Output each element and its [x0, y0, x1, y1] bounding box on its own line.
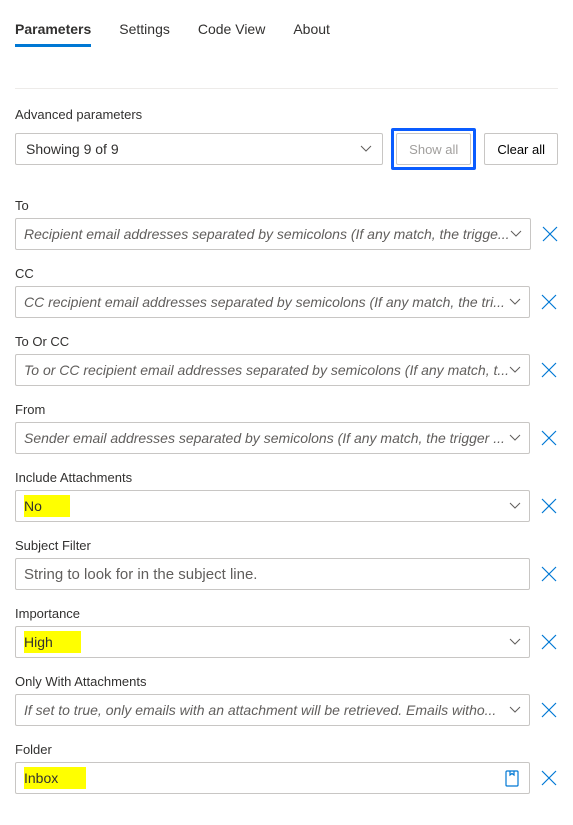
- field-to-or-cc-label: To Or CC: [15, 334, 558, 349]
- chevron-down-icon: [360, 143, 372, 155]
- field-to: To Recipient email addresses separated b…: [15, 198, 558, 250]
- chevron-down-icon: [509, 364, 521, 376]
- advanced-parameters-label: Advanced parameters: [15, 107, 558, 122]
- field-from-placeholder: Sender email addresses separated by semi…: [24, 430, 509, 446]
- chevron-down-icon: [509, 500, 521, 512]
- field-to-or-cc: To Or CC To or CC recipient email addres…: [15, 334, 558, 386]
- field-to-label: To: [15, 198, 558, 213]
- remove-folder-icon[interactable]: [540, 769, 558, 787]
- field-from: From Sender email addresses separated by…: [15, 402, 558, 454]
- field-subject-filter-placeholder: String to look for in the subject line.: [24, 566, 521, 583]
- show-all-highlight: Show all: [391, 128, 476, 170]
- field-importance: Importance High: [15, 606, 558, 658]
- advanced-parameters-row: Showing 9 of 9 Show all Clear all: [15, 128, 558, 170]
- field-importance-label: Importance: [15, 606, 558, 621]
- show-all-button[interactable]: Show all: [396, 133, 471, 165]
- field-only-with-attachments-input[interactable]: If set to true, only emails with an atta…: [15, 694, 530, 726]
- tab-about[interactable]: About: [293, 15, 330, 47]
- field-include-attachments-input[interactable]: No: [15, 490, 530, 522]
- field-from-label: From: [15, 402, 558, 417]
- remove-to-icon[interactable]: [541, 225, 559, 243]
- field-cc-label: CC: [15, 266, 558, 281]
- field-cc-placeholder: CC recipient email addresses separated b…: [24, 294, 509, 310]
- field-from-input[interactable]: Sender email addresses separated by semi…: [15, 422, 530, 454]
- field-subject-filter-label: Subject Filter: [15, 538, 558, 553]
- field-to-placeholder: Recipient email addresses separated by s…: [24, 226, 510, 242]
- folder-picker-icon[interactable]: [503, 769, 521, 787]
- tabs-bar: Parameters Settings Code View About: [15, 15, 558, 48]
- field-importance-input[interactable]: High: [15, 626, 530, 658]
- chevron-down-icon: [509, 704, 521, 716]
- tab-parameters[interactable]: Parameters: [15, 15, 91, 47]
- remove-cc-icon[interactable]: [540, 293, 558, 311]
- remove-subject-filter-icon[interactable]: [540, 565, 558, 583]
- advanced-parameters-select[interactable]: Showing 9 of 9: [15, 133, 383, 165]
- field-only-with-attachments-label: Only With Attachments: [15, 674, 558, 689]
- chevron-down-icon: [510, 228, 522, 240]
- field-only-with-attachments: Only With Attachments If set to true, on…: [15, 674, 558, 726]
- chevron-down-icon: [509, 636, 521, 648]
- field-include-attachments-value: No: [24, 495, 70, 517]
- field-subject-filter-input[interactable]: String to look for in the subject line.: [15, 558, 530, 590]
- field-to-input[interactable]: Recipient email addresses separated by s…: [15, 218, 531, 250]
- field-subject-filter: Subject Filter String to look for in the…: [15, 538, 558, 590]
- remove-only-with-attachments-icon[interactable]: [540, 701, 558, 719]
- tab-settings[interactable]: Settings: [119, 15, 170, 47]
- field-folder-label: Folder: [15, 742, 558, 757]
- chevron-down-icon: [509, 296, 521, 308]
- field-include-attachments: Include Attachments No: [15, 470, 558, 522]
- divider: [15, 88, 558, 89]
- remove-include-attachments-icon[interactable]: [540, 497, 558, 515]
- advanced-parameters-select-value: Showing 9 of 9: [26, 141, 119, 157]
- remove-from-icon[interactable]: [540, 429, 558, 447]
- clear-all-button[interactable]: Clear all: [484, 133, 558, 165]
- field-include-attachments-label: Include Attachments: [15, 470, 558, 485]
- field-cc-input[interactable]: CC recipient email addresses separated b…: [15, 286, 530, 318]
- field-to-or-cc-input[interactable]: To or CC recipient email addresses separ…: [15, 354, 530, 386]
- chevron-down-icon: [509, 432, 521, 444]
- field-folder-value: Inbox: [24, 767, 86, 789]
- field-to-or-cc-placeholder: To or CC recipient email addresses separ…: [24, 362, 509, 378]
- remove-importance-icon[interactable]: [540, 633, 558, 651]
- field-folder-input[interactable]: Inbox: [15, 762, 530, 794]
- tab-codeview[interactable]: Code View: [198, 15, 265, 47]
- field-folder: Folder Inbox: [15, 742, 558, 794]
- field-only-with-attachments-placeholder: If set to true, only emails with an atta…: [24, 702, 509, 718]
- remove-to-or-cc-icon[interactable]: [540, 361, 558, 379]
- field-cc: CC CC recipient email addresses separate…: [15, 266, 558, 318]
- field-importance-value: High: [24, 631, 81, 653]
